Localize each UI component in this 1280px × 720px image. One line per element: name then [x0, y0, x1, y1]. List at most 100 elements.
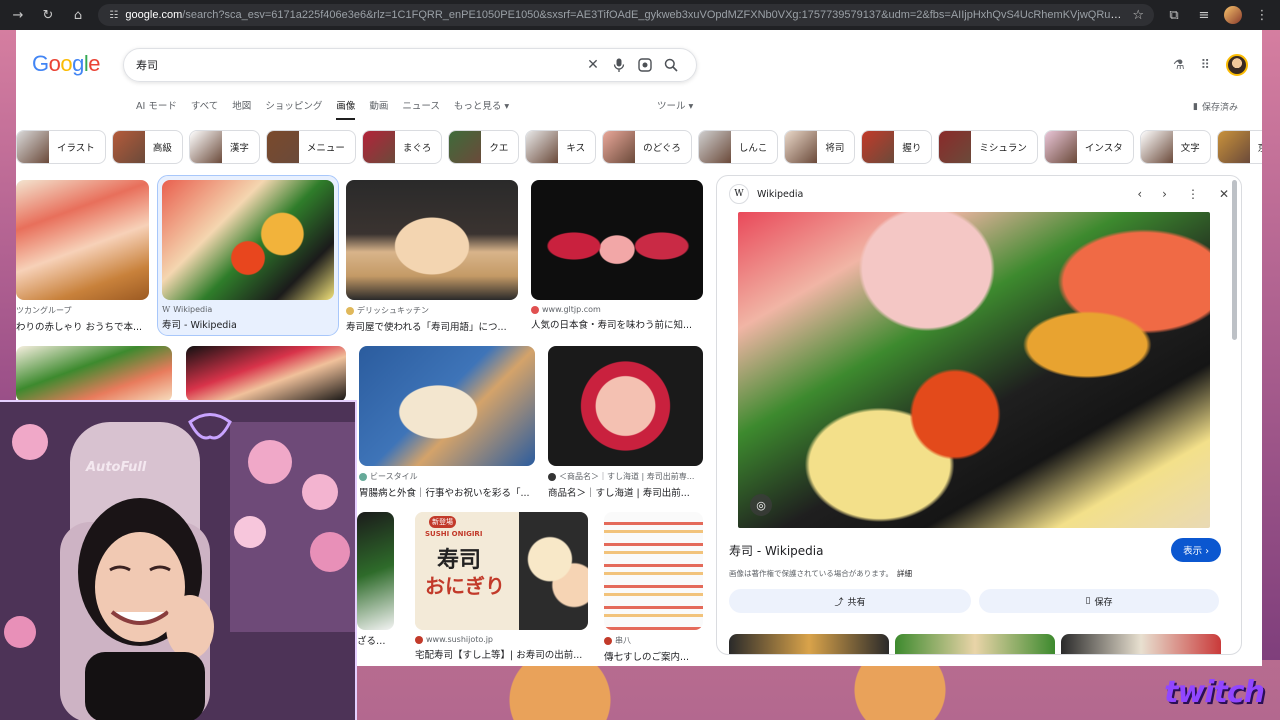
- stream-overlay-right: [1262, 30, 1280, 660]
- clear-icon[interactable]: ✕: [580, 52, 606, 78]
- chip-3[interactable]: 漢字: [188, 130, 260, 164]
- result-title[interactable]: ざるそ...: [357, 633, 394, 647]
- result-image[interactable]: [357, 512, 394, 630]
- reload-icon[interactable]: ↻: [38, 5, 58, 25]
- tab-news[interactable]: ニュース: [402, 98, 440, 120]
- tab-images[interactable]: 画像: [336, 98, 356, 120]
- related-image[interactable]: [895, 634, 1055, 654]
- result-image[interactable]: [604, 512, 703, 630]
- result-title[interactable]: 寿司屋で使われる「寿司用語」につ...: [346, 319, 518, 333]
- related-image[interactable]: [1061, 634, 1221, 654]
- chip-12[interactable]: ミシュラン: [938, 130, 1038, 164]
- result-tile[interactable]: ビースタイル 胃腸病と外食｜行事やお祝いを彩る「...: [359, 346, 535, 499]
- panel-scrollbar[interactable]: [1232, 180, 1237, 340]
- wikipedia-logo-icon: W: [729, 184, 749, 204]
- result-image[interactable]: [346, 180, 518, 300]
- site-favicon: [531, 305, 539, 314]
- wikipedia-favicon: W: [162, 305, 171, 314]
- result-tile[interactable]: [186, 346, 346, 402]
- result-title[interactable]: 胃腸病と外食｜行事やお祝いを彩る「...: [359, 485, 535, 499]
- tab-maps[interactable]: 地図: [232, 98, 251, 120]
- forward-icon[interactable]: →: [8, 5, 28, 25]
- result-image[interactable]: [16, 180, 149, 300]
- tools-button[interactable]: ツール ▾: [657, 98, 693, 112]
- extensions-icon[interactable]: ⧉: [1164, 5, 1184, 25]
- result-tile-promo[interactable]: 新登場 SUSHI ONIGIRI 寿司 おにぎり www.sushijoto.…: [415, 512, 588, 661]
- more-options-icon[interactable]: ⋮: [1187, 187, 1199, 201]
- bookmark-star-icon[interactable]: ☆: [1132, 5, 1144, 25]
- microphone-icon[interactable]: [606, 52, 632, 78]
- result-image[interactable]: [359, 346, 535, 466]
- tab-shopping[interactable]: ショッピング: [265, 98, 322, 120]
- chip-6[interactable]: クエ: [448, 130, 520, 164]
- search-icon[interactable]: [658, 52, 684, 78]
- result-image[interactable]: [16, 346, 172, 402]
- search-input[interactable]: [136, 58, 580, 72]
- chip-label: 漢字: [229, 143, 249, 154]
- result-tile[interactable]: ＜商品名＞｜すし海道 | 寿司出前専... 商品名＞｜すし海道 | 寿司出前..…: [548, 346, 703, 499]
- browser-menu-icon[interactable]: ⋮: [1252, 5, 1272, 25]
- tab-videos[interactable]: 動画: [369, 98, 388, 120]
- media-icon[interactable]: ≡: [1194, 5, 1214, 25]
- chip-9[interactable]: しんこ: [697, 130, 779, 164]
- previous-icon[interactable]: ‹: [1137, 187, 1142, 201]
- result-tile[interactable]: ツカングループ わりの赤しゃり おうちで本...: [16, 180, 149, 333]
- save-button[interactable]: ▯ 保存: [979, 589, 1219, 613]
- result-tile[interactable]: [16, 346, 172, 402]
- lens-search-icon[interactable]: ◎: [750, 494, 772, 516]
- chip-14[interactable]: 文字: [1139, 130, 1211, 164]
- chip-7[interactable]: キス: [525, 130, 597, 164]
- result-tile-selected[interactable]: W Wikipedia 寿司 - Wikipedia: [157, 175, 339, 336]
- result-title[interactable]: 人気の日本食・寿司を味わう前に知...: [531, 317, 703, 331]
- details-link[interactable]: 詳細: [897, 569, 912, 578]
- result-tile[interactable]: www.gltjp.com 人気の日本食・寿司を味わう前に知...: [531, 180, 703, 331]
- result-title[interactable]: 宅配寿司【すし上等】| お寿司の出前...: [415, 647, 588, 661]
- google-logo[interactable]: Google: [32, 51, 101, 77]
- site-info-icon[interactable]: ☷: [108, 5, 119, 25]
- labs-flask-icon[interactable]: ⚗: [1173, 58, 1185, 73]
- chip-4[interactable]: メニュー: [265, 130, 356, 164]
- result-image[interactable]: [548, 346, 703, 466]
- preview-image[interactable]: ◎: [738, 212, 1210, 528]
- result-title[interactable]: 傳七すしのご案内...: [604, 649, 703, 663]
- chip-15[interactable]: 京都: [1216, 130, 1262, 164]
- address-bar[interactable]: ☷ google.com/search?sca_esv=6171a225f406…: [98, 4, 1154, 26]
- panel-source[interactable]: Wikipedia: [757, 189, 803, 200]
- chip-11[interactable]: 握り: [861, 130, 933, 164]
- close-icon[interactable]: ✕: [1219, 187, 1229, 201]
- bookmark-icon: ▯: [1085, 596, 1091, 606]
- tab-ai-mode[interactable]: AI モード: [136, 98, 177, 120]
- chip-thumbnail: [1140, 131, 1173, 163]
- chip-1[interactable]: イラスト: [16, 130, 106, 164]
- result-tile[interactable]: デリッシュキッチン 寿司屋で使われる「寿司用語」につ...: [346, 180, 518, 333]
- saved-button[interactable]: ▮ 保存済み: [1193, 100, 1238, 114]
- home-icon[interactable]: ⌂: [68, 5, 88, 25]
- result-tile[interactable]: 串八 傳七すしのご案内...: [604, 512, 703, 663]
- result-image[interactable]: 新登場 SUSHI ONIGIRI 寿司 おにぎり: [415, 512, 588, 630]
- header-right-actions: ⚗ ⠿: [1173, 54, 1248, 76]
- browser-profile-avatar[interactable]: [1224, 6, 1242, 24]
- result-image[interactable]: [531, 180, 703, 300]
- chip-2[interactable]: 高級: [111, 130, 183, 164]
- next-icon[interactable]: ›: [1162, 187, 1167, 201]
- chip-13[interactable]: インスタ: [1043, 130, 1134, 164]
- result-title[interactable]: 商品名＞｜すし海道 | 寿司出前...: [548, 485, 703, 499]
- visit-button[interactable]: 表示 ›: [1171, 538, 1221, 562]
- result-image[interactable]: [186, 346, 346, 402]
- chip-5[interactable]: まぐろ: [361, 130, 443, 164]
- tab-all[interactable]: すべて: [191, 98, 218, 120]
- account-avatar[interactable]: [1226, 54, 1248, 76]
- share-button[interactable]: ⤴ 共有: [729, 589, 971, 613]
- related-image[interactable]: [729, 634, 889, 654]
- apps-grid-icon[interactable]: ⠿: [1200, 58, 1210, 73]
- lens-icon[interactable]: [632, 52, 658, 78]
- chip-8[interactable]: のどぐろ: [602, 130, 692, 164]
- result-image[interactable]: [162, 180, 334, 300]
- result-title[interactable]: わりの赤しゃり おうちで本...: [16, 319, 149, 333]
- browser-toolbar: → ↻ ⌂ ☷ google.com/search?sca_esv=6171a2…: [0, 0, 1280, 30]
- result-title[interactable]: 寿司 - Wikipedia: [162, 317, 334, 331]
- result-tile[interactable]: ざるそ...: [357, 512, 394, 647]
- panel-title[interactable]: 寿司 - Wikipedia: [729, 542, 823, 559]
- tab-more[interactable]: もっと見る ▾: [454, 98, 509, 120]
- chip-10[interactable]: 将司: [784, 130, 856, 164]
